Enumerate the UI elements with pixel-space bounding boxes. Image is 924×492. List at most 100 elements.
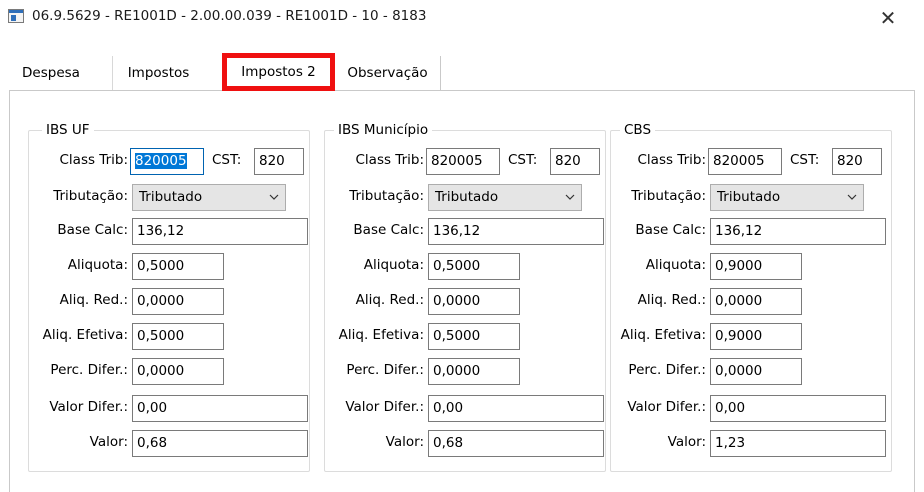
label-perc-difer: Perc. Difer.: — [50, 362, 128, 378]
label-valor: Valor: — [385, 434, 424, 450]
label-aliquota: Aliquota: — [645, 257, 706, 273]
title-bar: 06.9.5629 - RE1001D - 2.00.00.039 - RE10… — [0, 0, 924, 38]
field-base-calc[interactable]: 136,12 — [710, 218, 886, 245]
chevron-down-icon — [565, 194, 575, 200]
label-aliq-efetiva: Aliq. Efetiva: — [42, 327, 128, 343]
window-title: 06.9.5629 - RE1001D - 2.00.00.039 - RE10… — [32, 8, 427, 24]
field-valor[interactable]: 0,68 — [428, 430, 604, 457]
field-valor[interactable]: 0,68 — [132, 430, 308, 457]
tributacao-select[interactable]: Tributado — [428, 184, 582, 211]
field-value: 0,5000 — [137, 258, 185, 274]
field-value: 0,0000 — [433, 363, 481, 379]
field-value: 1,23 — [715, 435, 746, 451]
label-aliquota: Aliquota: — [67, 257, 128, 273]
field-base-calc[interactable]: 136,12 — [132, 218, 308, 245]
field-value: 0,00 — [137, 400, 168, 416]
group-title-ibs-uf: IBS UF — [42, 122, 94, 138]
field-perc-difer[interactable]: 0,0000 — [132, 358, 224, 385]
label-class-trib: Class Trib: — [355, 152, 425, 168]
field-cst[interactable]: 820 — [832, 148, 882, 175]
field-value: 0,0000 — [715, 363, 763, 379]
field-value: 820 — [555, 153, 581, 169]
label-aliq-red: Aliq. Red.: — [637, 292, 706, 308]
app-window-icon — [8, 9, 24, 23]
field-valor[interactable]: 1,23 — [710, 430, 886, 457]
label-aliq-efetiva: Aliq. Efetiva: — [620, 327, 706, 343]
field-aliq-efetiva[interactable]: 0,5000 — [428, 323, 520, 350]
field-value: 0,0000 — [433, 293, 481, 309]
label-tributacao: Tributação: — [631, 188, 706, 204]
field-value: 0,9000 — [715, 328, 763, 344]
field-value: 136,12 — [137, 223, 185, 239]
label-cst: CST: — [212, 152, 242, 168]
field-aliquota[interactable]: 0,5000 — [428, 253, 520, 280]
field-value: 0,68 — [137, 435, 168, 451]
field-cst[interactable]: 820 — [550, 148, 600, 175]
field-value: 0,00 — [433, 400, 464, 416]
label-base-calc: Base Calc: — [57, 222, 128, 238]
field-value: 0,68 — [433, 435, 464, 451]
field-valor-difer[interactable]: 0,00 — [428, 395, 604, 422]
field-class-trib[interactable]: 820005 — [426, 148, 500, 175]
label-cst: CST: — [508, 152, 538, 168]
close-icon: ✕ — [879, 6, 897, 30]
field-value: 136,12 — [715, 223, 763, 239]
field-cst[interactable]: 820 — [254, 148, 304, 175]
field-aliq-red[interactable]: 0,0000 — [132, 288, 224, 315]
field-valor-difer[interactable]: 0,00 — [710, 395, 886, 422]
field-valor-difer[interactable]: 0,00 — [132, 395, 308, 422]
field-value: 136,12 — [433, 223, 481, 239]
label-valor-difer: Valor Difer.: — [345, 399, 424, 415]
field-value: 820005 — [713, 153, 765, 169]
tributacao-select[interactable]: Tributado — [132, 184, 286, 211]
label-base-calc: Base Calc: — [635, 222, 706, 238]
label-tributacao: Tributação: — [349, 188, 424, 204]
chevron-down-icon — [847, 194, 857, 200]
tab-bar: Despesa Impostos Impostos 2 Observação — [0, 53, 924, 91]
group-title-ibs-municipio: IBS Município — [334, 122, 433, 138]
label-cst: CST: — [790, 152, 820, 168]
field-value: 820 — [837, 153, 863, 169]
label-valor-difer: Valor Difer.: — [49, 399, 128, 415]
label-perc-difer: Perc. Difer.: — [346, 362, 424, 378]
field-value: 0,0000 — [137, 293, 185, 309]
chevron-down-icon — [269, 194, 279, 200]
field-aliq-efetiva[interactable]: 0,9000 — [710, 323, 802, 350]
label-class-trib: Class Trib: — [59, 152, 129, 168]
field-aliq-red[interactable]: 0,0000 — [710, 288, 802, 315]
field-value: 820 — [259, 153, 285, 169]
tab-impostos-2[interactable]: Impostos 2 — [222, 53, 335, 91]
field-value: 0,5000 — [433, 258, 481, 274]
tab-observacao[interactable]: Observação — [335, 56, 441, 90]
tributacao-value: Tributado — [139, 189, 203, 205]
field-value: 0,00 — [715, 400, 746, 416]
field-value: 820005 — [431, 153, 483, 169]
close-button[interactable]: ✕ — [866, 2, 910, 34]
field-class-trib[interactable]: 820005 — [130, 148, 204, 175]
label-valor: Valor: — [89, 434, 128, 450]
label-aliq-efetiva: Aliq. Efetiva: — [338, 327, 424, 343]
label-aliquota: Aliquota: — [363, 257, 424, 273]
field-perc-difer[interactable]: 0,0000 — [428, 358, 520, 385]
field-aliquota[interactable]: 0,5000 — [132, 253, 224, 280]
label-aliq-red: Aliq. Red.: — [355, 292, 424, 308]
field-aliq-red[interactable]: 0,0000 — [428, 288, 520, 315]
tributacao-value: Tributado — [435, 189, 499, 205]
field-class-trib[interactable]: 820005 — [708, 148, 782, 175]
field-perc-difer[interactable]: 0,0000 — [710, 358, 802, 385]
tributacao-select[interactable]: Tributado — [710, 184, 864, 211]
tab-impostos[interactable]: Impostos — [112, 56, 204, 90]
field-value: 0,5000 — [137, 328, 185, 344]
tributacao-value: Tributado — [717, 189, 781, 205]
label-tributacao: Tributação: — [53, 188, 128, 204]
group-title-cbs: CBS — [620, 122, 656, 138]
label-base-calc: Base Calc: — [353, 222, 424, 238]
field-value: 820005 — [135, 153, 187, 169]
field-aliq-efetiva[interactable]: 0,5000 — [132, 323, 224, 350]
label-valor-difer: Valor Difer.: — [627, 399, 706, 415]
field-value: 0,9000 — [715, 258, 763, 274]
label-valor: Valor: — [667, 434, 706, 450]
field-base-calc[interactable]: 136,12 — [428, 218, 604, 245]
field-aliquota[interactable]: 0,9000 — [710, 253, 802, 280]
tab-despesa[interactable]: Despesa — [10, 56, 92, 90]
